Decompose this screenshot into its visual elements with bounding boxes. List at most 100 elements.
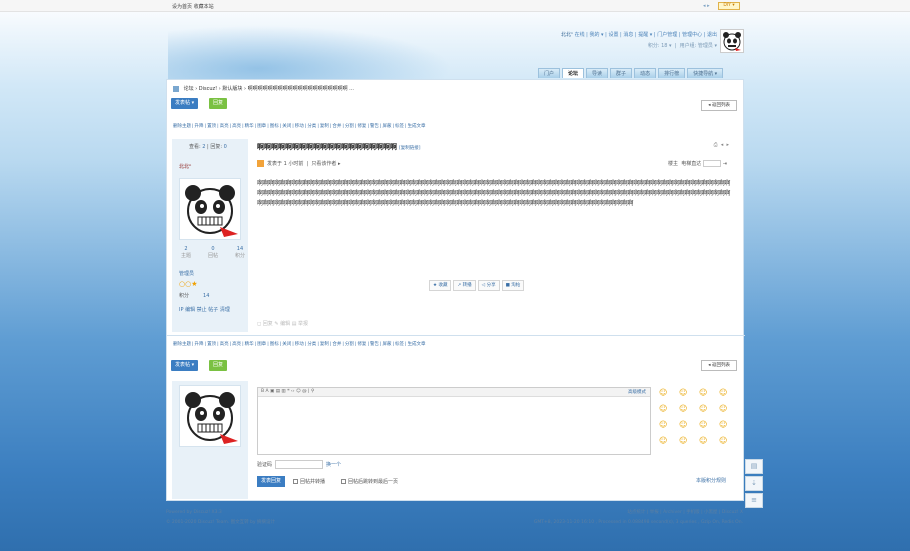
credit-rules-link[interactable]: 本版积分规则 [696, 477, 726, 484]
user-avatar[interactable] [720, 29, 744, 53]
floor-info: 楼主 电梯直达 ⇥ [668, 160, 727, 167]
footer-links[interactable]: 站点统计 | 举报 | Archiver | 手机版 | 小黑屋 | Discu… [627, 510, 743, 515]
rank-stars-icon: ○○★ [179, 280, 198, 288]
share-button[interactable]: ◁ 分享 [477, 280, 500, 291]
smiley-icon[interactable]: ☺ [719, 436, 739, 452]
nav-group[interactable]: 群子 [610, 68, 633, 78]
submit-reply-button[interactable]: 发表回复 [257, 476, 286, 487]
main-container: 论坛 › Discuz! › 默认版块 › 啊啊啊啊啊啊啊啊啊啊啊啊啊啊啊啊啊啊… [166, 79, 745, 501]
diy-button[interactable]: DIY ▾ [718, 2, 740, 10]
divider [167, 335, 745, 336]
crumb-discuz[interactable]: Discuz! [199, 86, 217, 92]
advanced-mode-link[interactable]: 高级模式 [628, 389, 646, 395]
smiley-icon[interactable]: ☺ [719, 420, 739, 436]
settings-link[interactable]: 设置 [608, 32, 618, 38]
home-icon[interactable] [173, 85, 179, 92]
smiley-icon[interactable]: ☺ [719, 404, 739, 420]
header-wave-logo [168, 22, 468, 80]
main-nav: 门户 论坛 导读 群子 动态 排行榜 快捷导航 ▾ [538, 68, 725, 79]
back-to-top-icon[interactable]: ⇣ [745, 476, 763, 491]
only-author-link[interactable]: 只看该作者 ▸ [311, 161, 340, 167]
nav-quick[interactable]: 快捷导航 ▾ [687, 68, 724, 78]
smiley-icon[interactable]: ☺ [679, 436, 699, 452]
quick-reply-icon[interactable]: ▤ [745, 459, 763, 474]
jump-input[interactable] [703, 160, 722, 167]
smiley-icon[interactable]: ☺ [719, 388, 739, 404]
verify-input[interactable] [275, 460, 324, 469]
switch-arrows[interactable]: ◂ ▸ [703, 3, 710, 9]
reply-avatar [179, 385, 241, 447]
smiley-icon[interactable]: ☺ [699, 420, 719, 436]
portal-mgmt-link[interactable]: 门户管理 [657, 32, 677, 38]
author-name[interactable]: 北北ⁿ [179, 163, 191, 170]
smiley-icon[interactable]: ☺ [679, 404, 699, 420]
author-role[interactable]: 管理员 [179, 270, 194, 277]
user-name-link[interactable]: 北北ⁿ [561, 32, 573, 38]
jump-last-checkbox[interactable]: 回帖后跳转到最后一页 [341, 478, 398, 485]
panda-avatar-icon [185, 392, 238, 444]
admin-links[interactable]: IP 编辑 禁止 帖子 清理 [179, 306, 230, 313]
my-menu[interactable]: 我的 ▾ [589, 32, 603, 38]
post-content: 啊啊啊啊啊啊啊啊啊啊啊啊啊啊啊啊啊啊啊啊啊啊啊啊啊啊啊啊啊啊啊啊啊啊啊啊啊啊啊啊… [257, 180, 731, 207]
crumb-board[interactable]: 默认版块 [222, 86, 242, 92]
mod-ops-bottom: 删除主题|升降|置顶|高亮|高亮|精华|图章|图标|关闭|移动|分类|复制|合并… [173, 342, 426, 347]
smiley-icon[interactable]: ☺ [659, 388, 679, 404]
favorite-link[interactable]: 收藏本站 [194, 4, 214, 10]
verify-refresh-link[interactable]: 换一个 [326, 462, 341, 468]
new-post-button[interactable]: 发表帖 ▾ [171, 98, 199, 109]
collect-button[interactable]: ■ 淘帖 [501, 280, 525, 291]
author-counts: 2 主题 0 回帖 14 积分 [181, 246, 245, 259]
footer-right: 站点统计 | 举报 | Archiver | 手机版 | 小黑屋 | Discu… [533, 510, 743, 525]
crumb-forum[interactable]: 论坛 [184, 86, 194, 92]
online-icon [257, 160, 264, 167]
smiley-icon[interactable]: ☺ [659, 420, 679, 436]
nav-forum[interactable]: 论坛 [562, 68, 585, 78]
messages-link[interactable]: 消息 [623, 32, 633, 38]
smilies-grid: ☺ ☺ ☺ ☺ ☺ ☺ ☺ ☺ ☺ ☺ ☺ ☺ ☺ ☺ ☺ ☺ [659, 388, 741, 452]
smiley-icon[interactable]: ☺ [659, 436, 679, 452]
top-links[interactable]: 设为首页 收藏本站 [172, 3, 214, 10]
favorite-button[interactable]: ★ 收藏 [429, 280, 452, 291]
mod-ops-top: 删除主题|升降|置顶|高亮|高亮|精华|图章|图标|关闭|移动|分类|复制|合并… [173, 124, 426, 129]
post-actions: ★ 收藏 ↗ 转播 ◁ 分享 ■ 淘帖 [429, 280, 526, 291]
panda-avatar-icon [185, 185, 238, 237]
smiley-icon[interactable]: ☺ [659, 404, 679, 420]
crumb-thread[interactable]: 啊啊啊啊啊啊啊啊啊啊啊啊啊啊啊啊啊啊啊啊 ... [248, 86, 354, 92]
print-prev-next-icons[interactable]: ⎙ ◂ ▸ [714, 142, 729, 148]
reply-button-bottom[interactable]: 回复 [209, 360, 228, 371]
nav-guide[interactable]: 导读 [586, 68, 609, 78]
reply-textarea[interactable] [258, 397, 650, 454]
logout-link[interactable]: 退出 [707, 32, 717, 38]
credits-menu[interactable]: 积分: 18 ▾ [648, 43, 672, 49]
smiley-icon[interactable]: ☺ [699, 436, 719, 452]
author-avatar[interactable] [179, 178, 241, 240]
forward-button[interactable]: ↗ 转播 [453, 280, 476, 291]
smiley-icon[interactable]: ☺ [679, 388, 699, 404]
post-meta: 发表于 1 小时前 | 只看该作者 ▸ [257, 160, 341, 167]
copy-link[interactable]: [复制链接] [399, 146, 421, 151]
nav-feed[interactable]: 动态 [634, 68, 657, 78]
editor-toolbar: B A ▣ ▤ ▥ ❝ ‹› ☺ @ | ⚲ 高级模式 [258, 388, 650, 397]
editor-tools[interactable]: B A ▣ ▤ ▥ ❝ ‹› ☺ @ | ⚲ [261, 389, 314, 394]
back-to-list-button-bottom[interactable]: ◂ 返回列表 [701, 360, 737, 371]
smiley-icon[interactable]: ☺ [699, 388, 719, 404]
smiley-icon[interactable]: ☺ [699, 404, 719, 420]
back-to-list-button[interactable]: ◂ 返回列表 [701, 100, 737, 111]
smiley-icon[interactable]: ☺ [679, 420, 699, 436]
admin-center-link[interactable]: 管理中心 [682, 32, 702, 38]
top-bar: 设为首页 收藏本站 ◂ ▸ DIY ▾ [0, 0, 910, 12]
list-icon[interactable]: ≡ [745, 493, 763, 508]
nav-ranking[interactable]: 排行榜 [658, 68, 686, 78]
post-ops[interactable]: ◻ 回复 ✎ 编辑 ▤ 举报 [257, 320, 308, 327]
reply-editor: B A ▣ ▤ ▥ ❝ ‹› ☺ @ | ⚲ 高级模式 [257, 387, 651, 455]
forward-checkbox[interactable]: 回帖并转播 [293, 478, 325, 485]
nav-portal[interactable]: 门户 [538, 68, 561, 78]
reply-button[interactable]: 回复 [209, 98, 228, 109]
thread-title: 啊啊啊啊啊啊啊啊啊啊啊啊啊啊啊啊啊啊啊啊 [复制链接] [257, 143, 421, 151]
group-menu[interactable]: 用户组: 管理员 ▾ [680, 43, 717, 49]
new-post-button-bottom[interactable]: 发表帖 ▾ [171, 360, 199, 371]
verify-code: 验证码 换一个 [257, 460, 342, 469]
remind-menu[interactable]: 提醒 ▾ [638, 32, 652, 38]
set-home-link[interactable]: 设为首页 [172, 4, 192, 10]
user-info: 北北ⁿ 在线 | 我的 ▾ | 设置 | 消息 | 提醒 ▾ | 门户管理 | … [560, 32, 717, 49]
